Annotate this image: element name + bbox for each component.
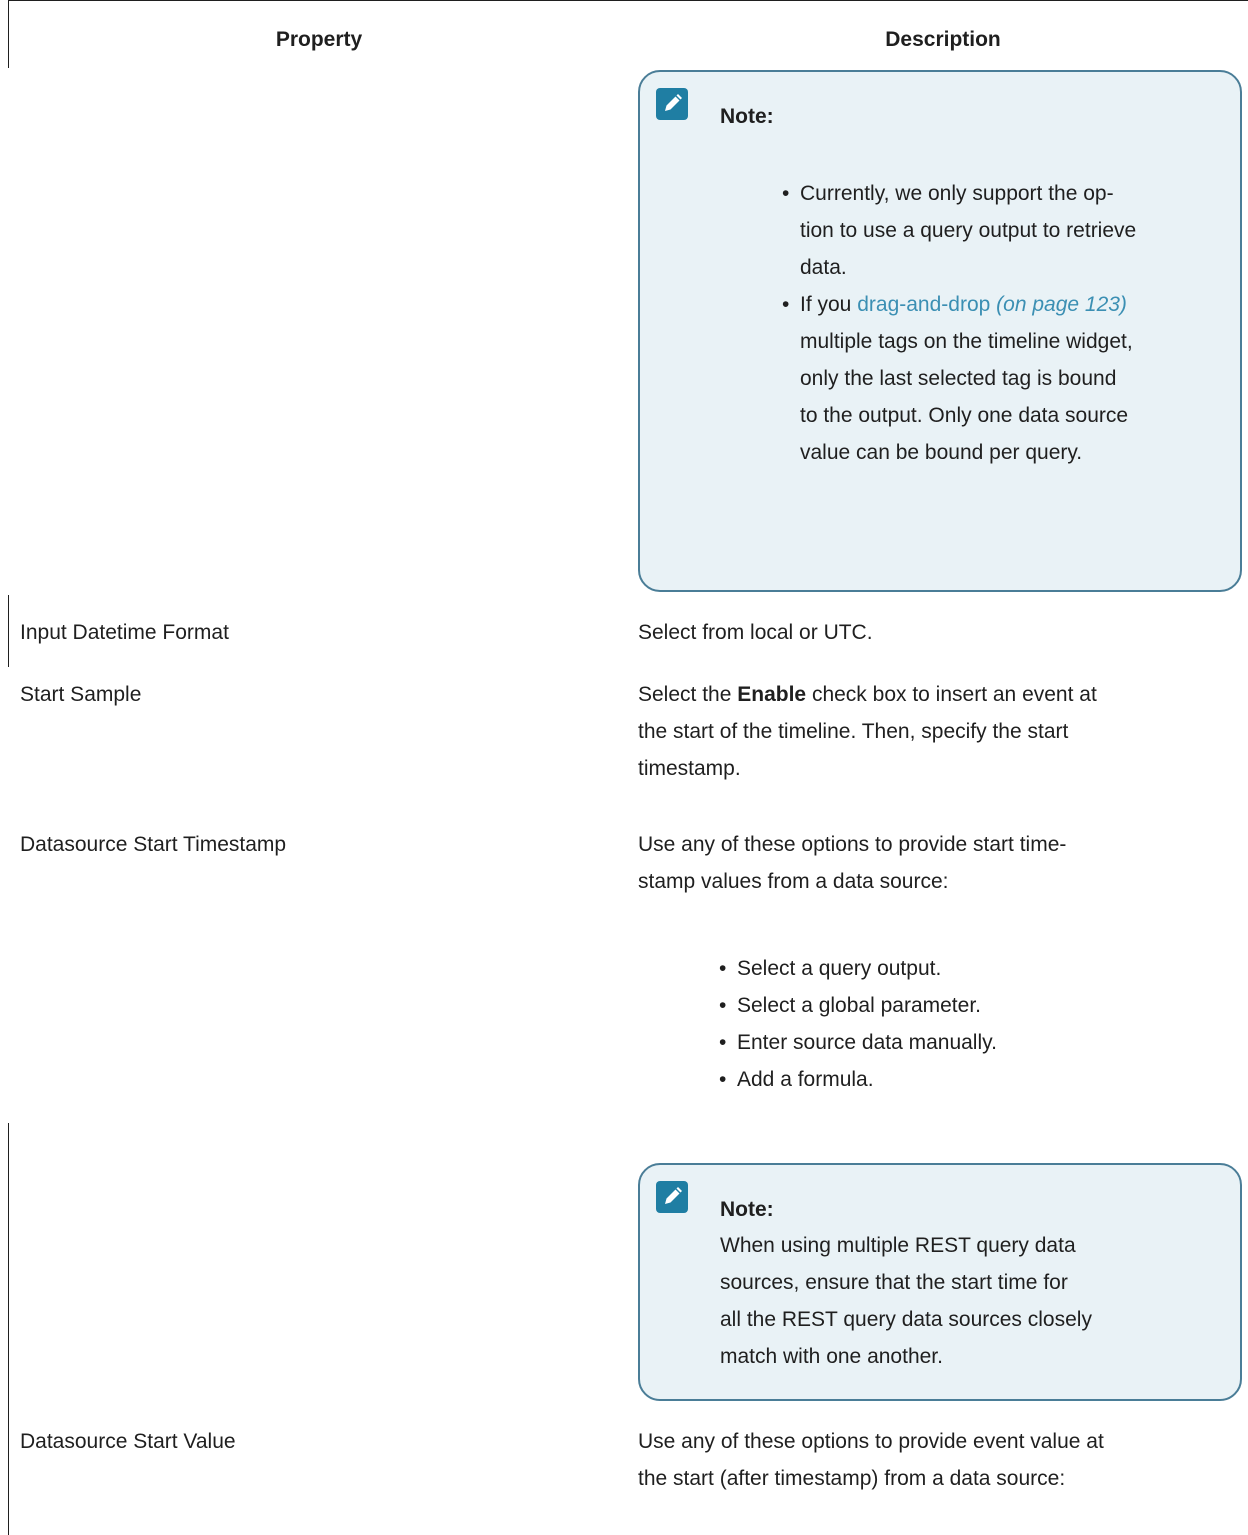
property-description: Use any of these options to provide star… xyxy=(638,826,1223,900)
property-description: Select from local or UTC. xyxy=(638,621,873,644)
note-line: match with one another. xyxy=(720,1345,943,1368)
property-name: Datasource Start Value xyxy=(20,1430,236,1453)
property-name: Datasource Start Timestamp xyxy=(20,833,287,856)
note-bullet-list: Currently, we only support the op- tion … xyxy=(782,175,1232,471)
table-left-border xyxy=(8,595,9,667)
description-suffix: check box to insert an event at xyxy=(811,683,1097,706)
table-top-border xyxy=(8,0,1248,1)
enable-label: Enable xyxy=(737,683,807,706)
table-left-border xyxy=(8,1123,9,1535)
note-title: Note: xyxy=(720,1198,774,1221)
pencil-note-icon xyxy=(656,88,688,120)
option-item: Enter source data manually. xyxy=(719,1024,1219,1061)
property-table: Property Description Note: Currently, we… xyxy=(0,0,1248,1535)
options-list: Select a query output. Select a global p… xyxy=(719,950,1219,1098)
note-bullet-line: value can be bound per query. xyxy=(800,441,1083,464)
note-line: When using multiple REST query data xyxy=(720,1234,1076,1257)
description-line: Use any of these options to provide even… xyxy=(638,1430,1104,1453)
note-body: Currently, we only support the op- tion … xyxy=(782,175,1232,471)
description-line: the start (after timestamp) from a data … xyxy=(638,1467,1066,1490)
note-box: Note: When using multiple REST query dat… xyxy=(638,1163,1242,1401)
description-line: Select the Enable check box to insert an… xyxy=(638,676,1223,713)
note-bullet-line: tion to use a query output to retrieve xyxy=(800,219,1137,242)
description-line: timestamp. xyxy=(638,757,741,780)
column-header-property: Property xyxy=(275,28,363,51)
description-prefix: Select the xyxy=(638,683,732,706)
page-reference-link[interactable]: (on page 123) xyxy=(996,293,1127,316)
note-bullet-line: multiple tags on the timeline widget, xyxy=(800,330,1133,353)
option-item: Select a global parameter. xyxy=(719,987,1219,1024)
property-name: Start Sample xyxy=(20,683,142,706)
note-bullet-item: If you drag-and-drop (on page 123) multi… xyxy=(782,286,1232,471)
description-line: stamp values from a data source: xyxy=(638,870,949,893)
note-bullet-line: Currently, we only support the op- xyxy=(800,182,1114,205)
description-line: Use any of these options to provide star… xyxy=(638,833,1067,856)
option-item: Add a formula. xyxy=(719,1061,1219,1098)
pencil-note-icon xyxy=(656,1181,688,1213)
note-title: Note: xyxy=(720,105,774,128)
note-bullet-line: data. xyxy=(800,256,847,279)
property-description: Select the Enable check box to insert an… xyxy=(638,676,1223,787)
option-item: Select a query output. xyxy=(719,950,1219,987)
note-line: sources, ensure that the start time for xyxy=(720,1271,1068,1294)
note-bullet-item: Currently, we only support the op- tion … xyxy=(782,175,1232,286)
note-bullet-line: only the last selected tag is bound xyxy=(800,367,1117,390)
note-box: Note: Currently, we only support the op-… xyxy=(638,70,1242,592)
property-name: Input Datetime Format xyxy=(20,621,229,644)
column-header-description: Description xyxy=(885,28,1001,51)
property-description: Use any of these options to provide even… xyxy=(638,1423,1223,1497)
options-bullet-list: Select a query output. Select a global p… xyxy=(719,950,1219,1098)
note-line: all the REST query data sources closely xyxy=(720,1308,1092,1331)
description-line: the start of the timeline. Then, specify… xyxy=(638,720,1069,743)
note-body: When using multiple REST query data sour… xyxy=(720,1227,1230,1375)
note-bullet-line: If you drag-and-drop (on page 123) xyxy=(800,286,1232,323)
note-bullet-prefix: If you xyxy=(800,293,852,316)
note-bullet-line: to the output. Only one data source xyxy=(800,404,1129,427)
drag-and-drop-link[interactable]: drag-and-drop xyxy=(857,293,990,316)
